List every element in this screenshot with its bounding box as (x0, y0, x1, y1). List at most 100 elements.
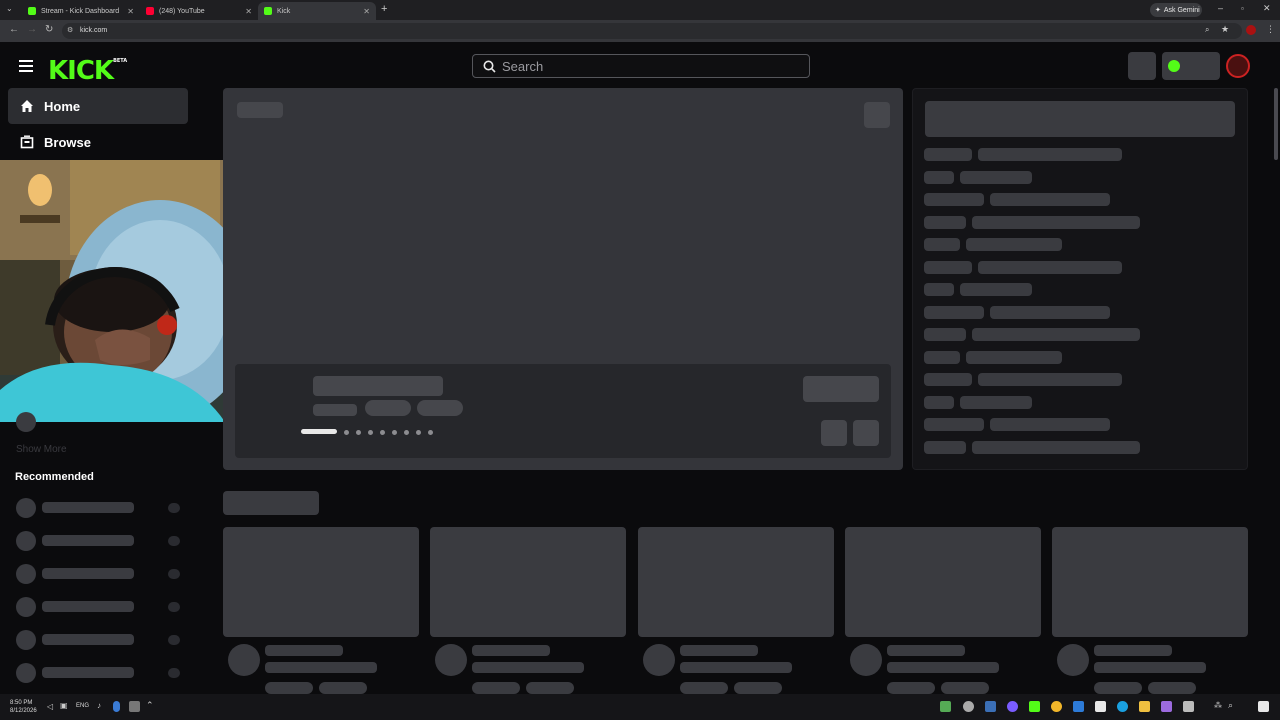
panel-row-label-placeholder (924, 305, 984, 319)
minimize-icon[interactable]: – (1218, 3, 1223, 13)
sync-icon[interactable] (129, 701, 140, 712)
app-icon-store[interactable] (1095, 701, 1106, 712)
language-indicator[interactable]: ENG (76, 703, 89, 709)
app-icon-steam[interactable] (985, 701, 996, 712)
panel-row-value-placeholder (972, 328, 1140, 341)
taskbar-clock[interactable]: 8:50 PM 8/12/2026 (10, 699, 37, 715)
kick-logo[interactable]: KICKBETA (48, 56, 127, 86)
search-icon (483, 60, 496, 73)
menu-kebab-icon[interactable]: ⋮ (1266, 24, 1275, 35)
stream-tag-placeholder (417, 400, 463, 416)
kick-website: KICKBETA Search Home Browse Show More Re… (0, 42, 1280, 694)
tab-search-icon[interactable]: ⌄ (6, 4, 13, 13)
taskbar-search-icon[interactable]: ⌕ (1228, 700, 1233, 711)
volume-icon[interactable]: ◁ (47, 702, 53, 711)
tab-kick-dashboard[interactable]: Stream - Kick Dashboard ✕ (22, 2, 140, 20)
stream-tag-placeholder (319, 682, 367, 694)
sidebar-item-browse[interactable]: Browse (8, 124, 188, 160)
channel-name-placeholder (42, 568, 134, 579)
app-icon-settings[interactable] (963, 701, 974, 712)
url-text: kick.com (80, 27, 108, 34)
channel-name-placeholder (42, 502, 134, 513)
channel-name-placeholder (42, 601, 134, 612)
user-avatar[interactable] (1226, 54, 1250, 78)
new-tab-button[interactable]: + (381, 3, 387, 15)
carousel-dot[interactable] (428, 430, 433, 435)
zoom-icon[interactable]: ⌕ (1205, 25, 1209, 35)
hamburger-menu-icon[interactable] (19, 60, 33, 72)
close-window-icon[interactable]: ✕ (1263, 3, 1271, 14)
tab-youtube[interactable]: (248) YouTube ✕ (140, 2, 258, 20)
carousel-next-button[interactable] (853, 420, 879, 446)
carousel-dot[interactable] (404, 430, 409, 435)
app-icon-edge[interactable] (1117, 701, 1128, 712)
kick-favicon-icon (264, 7, 272, 15)
close-icon[interactable]: ✕ (245, 7, 252, 16)
start-windows-icon[interactable] (1258, 701, 1269, 712)
channel-name-placeholder (42, 535, 134, 546)
app-icon-mail[interactable] (1073, 701, 1084, 712)
app-icon-file-explorer[interactable] (1139, 701, 1150, 712)
widgets-icon[interactable]: ⁂ (1214, 701, 1222, 710)
carousel-dot[interactable] (416, 430, 421, 435)
carousel-dot[interactable] (380, 430, 385, 435)
app-icon-chrome[interactable] (1051, 701, 1062, 712)
reload-icon[interactable]: ↻ (45, 24, 53, 35)
logo-beta-badge: BETA (113, 58, 128, 64)
close-icon[interactable]: ✕ (363, 7, 370, 16)
panel-row-value-placeholder (960, 170, 1032, 184)
carousel-dot[interactable] (344, 430, 349, 435)
watch-button-placeholder[interactable] (803, 376, 879, 402)
panel-row-value-placeholder (978, 373, 1122, 386)
tab-title: Stream - Kick Dashboard (41, 7, 120, 15)
streamer-name-placeholder (886, 662, 999, 673)
ask-gemini-label: Ask Gemini (1163, 6, 1200, 14)
carousel-dot-active[interactable] (301, 429, 337, 434)
tray-chevron-up-icon[interactable]: ⌃ (146, 700, 154, 711)
stream-card-thumbnail[interactable] (844, 527, 1041, 637)
ask-gemini-button[interactable]: ✦ Ask Gemini (1150, 3, 1202, 17)
app-icon-task-view[interactable] (1183, 701, 1194, 712)
featured-stream-carousel[interactable] (223, 88, 903, 470)
mic-icon[interactable]: ♪ (97, 701, 101, 710)
panel-row-value-placeholder (990, 193, 1110, 206)
profile-avatar-icon[interactable] (1246, 25, 1256, 35)
app-icon-kick[interactable] (1029, 701, 1040, 712)
tab-kick[interactable]: Kick ✕ (258, 2, 376, 20)
sidebar-item-home[interactable]: Home (8, 88, 188, 124)
browse-icon (20, 135, 34, 149)
panel-row-value-placeholder (966, 350, 1062, 364)
show-more-link[interactable]: Show More (16, 444, 67, 455)
network-icon[interactable]: ▣ (60, 701, 68, 710)
stream-card-thumbnail[interactable] (223, 527, 419, 637)
bluetooth-icon[interactable] (113, 701, 120, 712)
browser-tab-bar: ⌄ Stream - Kick Dashboard ✕ (248) YouTub… (0, 0, 1280, 20)
featured-badge-placeholder (237, 102, 283, 118)
carousel-dot[interactable] (368, 430, 373, 435)
stream-card-thumbnail[interactable] (430, 527, 627, 637)
stream-card-thumbnail[interactable] (1052, 527, 1249, 637)
carousel-prev-button[interactable] (821, 420, 847, 446)
url-field[interactable]: ⚙ kick.com (62, 23, 1242, 39)
header-button-placeholder[interactable] (1128, 52, 1156, 80)
back-arrow-icon[interactable]: ← (9, 24, 19, 35)
panel-row-value-placeholder (960, 395, 1032, 409)
forward-arrow-icon[interactable]: → (27, 24, 37, 35)
site-info-icon[interactable]: ⚙ (67, 23, 73, 39)
carousel-dot[interactable] (392, 430, 397, 435)
maximize-icon[interactable]: ▫ (1241, 4, 1244, 13)
wallet-button[interactable] (1162, 52, 1220, 80)
app-icon-copilot[interactable] (1161, 701, 1172, 712)
search-input[interactable]: Search (472, 54, 810, 78)
carousel-dot[interactable] (356, 430, 361, 435)
featured-corner-button-placeholder[interactable] (864, 102, 890, 128)
page-scrollbar[interactable] (1274, 88, 1278, 160)
app-icon-nvidia[interactable] (940, 701, 951, 712)
close-icon[interactable]: ✕ (127, 7, 134, 16)
panel-row-label-placeholder (924, 193, 984, 206)
stream-card-thumbnail[interactable] (637, 527, 834, 637)
stream-tag-placeholder (526, 682, 575, 694)
app-icon-discord[interactable] (1007, 701, 1018, 712)
panel-row-value-placeholder (978, 148, 1122, 161)
bookmark-star-icon[interactable]: ★ (1221, 24, 1229, 35)
